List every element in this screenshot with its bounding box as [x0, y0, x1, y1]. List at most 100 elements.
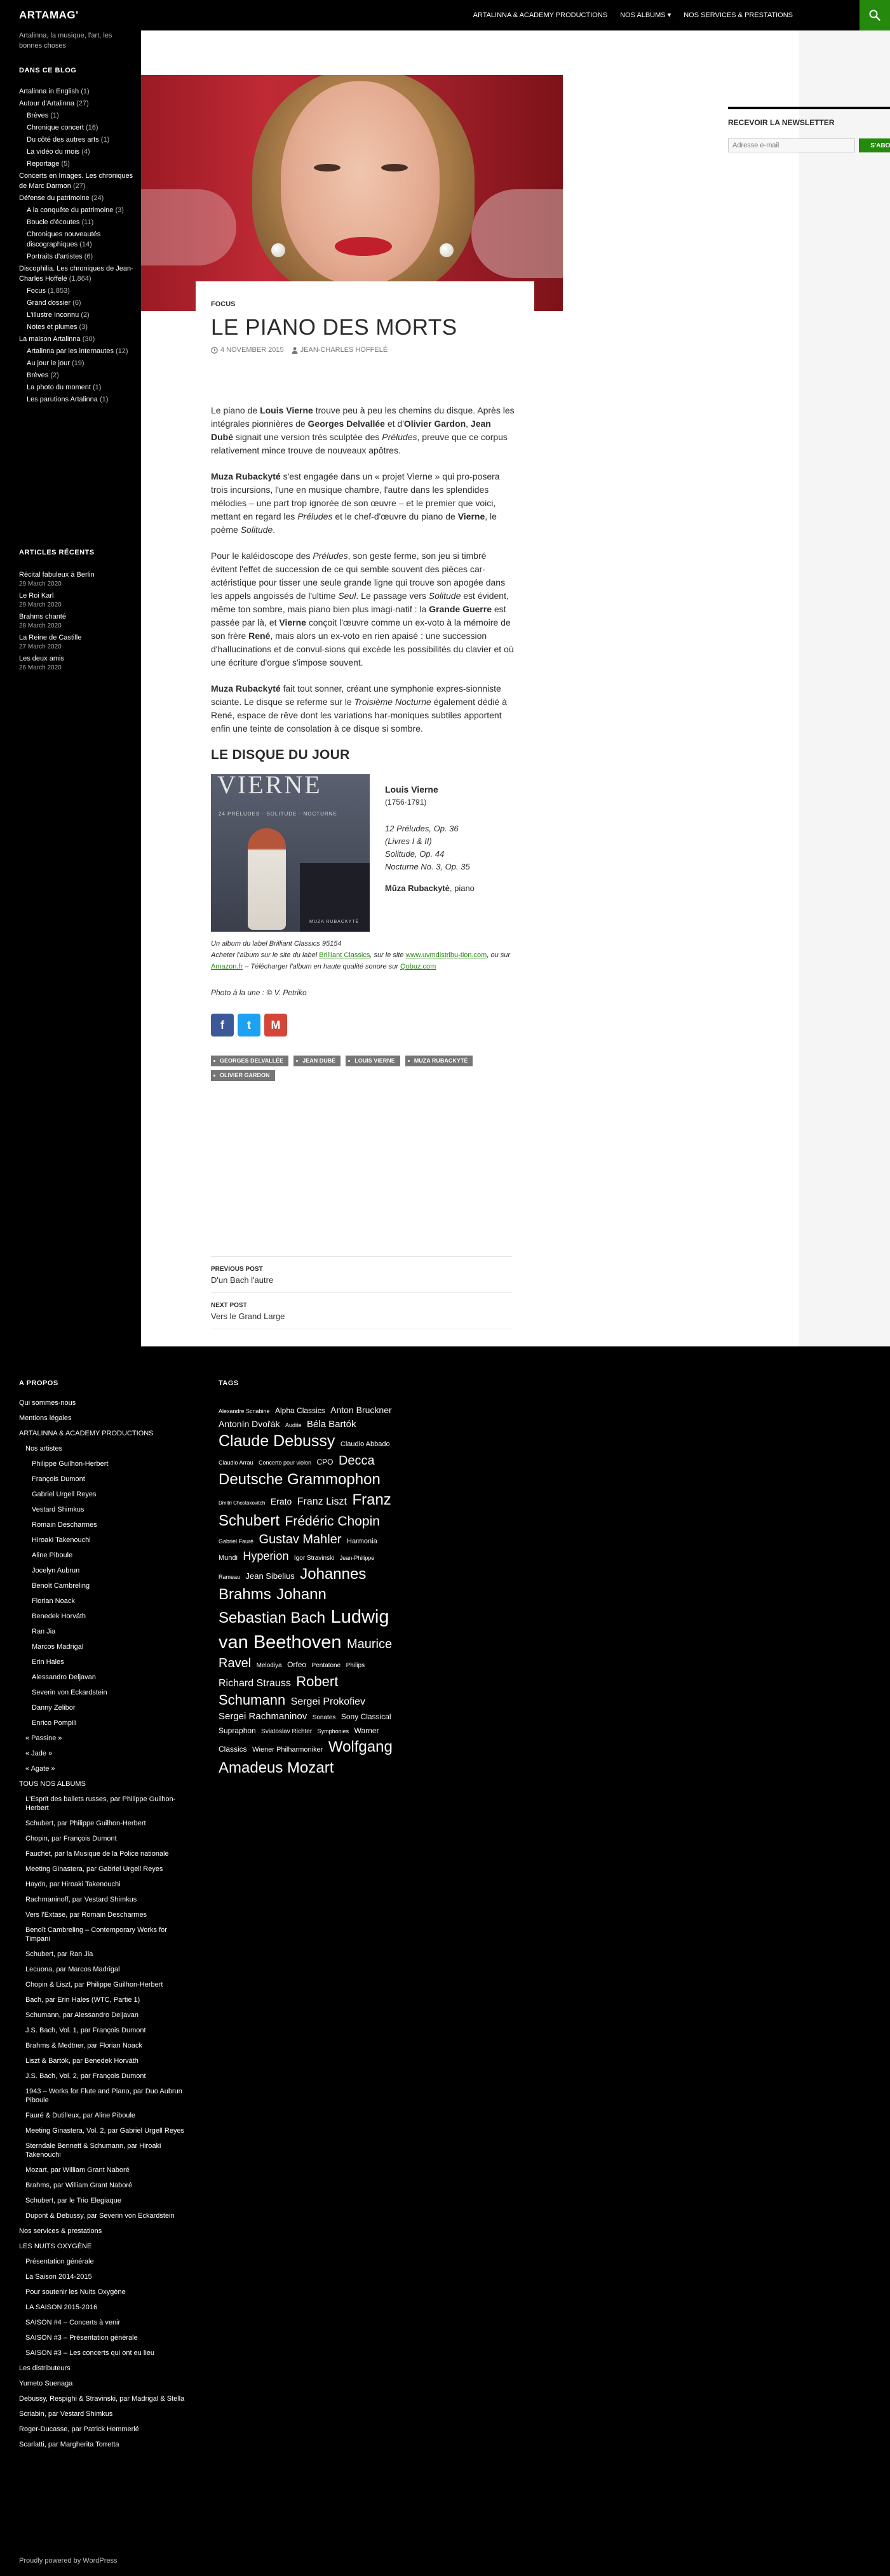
tag-link[interactable]: JEAN DUBÉ — [293, 1056, 341, 1066]
recent-post-link[interactable]: La Reine de Castille — [19, 633, 133, 643]
footer-menu-item[interactable]: Severin von Eckardstein — [19, 1688, 191, 1697]
recent-post-link[interactable]: Les deux amis — [19, 654, 133, 664]
footer-menu-item[interactable]: La Saison 2014-2015 — [19, 2272, 191, 2281]
tag-cloud-link[interactable]: Gustav Mahler — [259, 1533, 341, 1546]
tag-cloud-link[interactable]: Richard Strauss — [219, 1678, 291, 1689]
tag-cloud-link[interactable]: Anton Bruckner — [330, 1405, 392, 1415]
footer-menu-item[interactable]: Lecuona, par Marcos Madrigal — [19, 1965, 191, 1974]
category-item[interactable]: La vidéo du mois (4) — [19, 147, 137, 157]
tag-cloud-link[interactable]: Gabriel Fauré — [219, 1538, 253, 1545]
tag-cloud-link[interactable]: Wiener Philharmoniker — [252, 1746, 323, 1754]
tag-cloud-link[interactable]: Concerto pour violon — [259, 1459, 311, 1466]
category-item[interactable]: Reportage (5) — [19, 159, 137, 169]
footer-menu-item[interactable]: SAISON #4 – Concerts à venir — [19, 2318, 191, 2327]
footer-menu-item[interactable]: TOUS NOS ALBUMS — [19, 1780, 191, 1788]
tag-cloud-link[interactable]: Pentatone — [312, 1662, 341, 1669]
category-link[interactable]: Chronique concert — [27, 124, 84, 131]
tag-link[interactable]: MUZA RUBACKYTÉ — [405, 1056, 473, 1066]
footer-menu-item[interactable]: Qui sommes-nous — [19, 1399, 191, 1407]
twitter-share-button[interactable]: t — [238, 1014, 260, 1036]
footer-menu-item[interactable]: Philippe Guilhon-Herbert — [19, 1459, 191, 1468]
category-item[interactable]: Au jour le jour (19) — [19, 358, 137, 368]
qobuz-link[interactable]: Qobuz.com — [400, 963, 436, 970]
footer-menu-item[interactable]: Chopin, par François Dumont — [19, 1834, 191, 1843]
footer-menu-item[interactable]: Vestard Shimkus — [19, 1505, 191, 1514]
tag-cloud-link[interactable]: Frédéric Chopin — [285, 1514, 380, 1529]
footer-menu-item[interactable]: Scarlatti, par Margherita Torretta — [19, 2440, 191, 2449]
category-item[interactable]: Les parutions Artalinna (1) — [19, 394, 137, 405]
category-item[interactable]: La photo du moment (1) — [19, 382, 137, 392]
tag-cloud-link[interactable]: Sonates — [313, 1714, 336, 1721]
category-link[interactable]: Artalinna in English — [19, 88, 79, 95]
footer-menu-item[interactable]: Jocelyn Aubrun — [19, 1566, 191, 1575]
tag-cloud-link[interactable]: Claude Debussy — [219, 1432, 335, 1450]
gmail-share-button[interactable]: M — [264, 1014, 287, 1036]
footer-menu-item[interactable]: Enrico Pompili — [19, 1719, 191, 1727]
footer-menu-item[interactable]: Bach, par Erin Hales (WTC, Partie 1) — [19, 1996, 191, 2004]
footer-menu-item[interactable]: Erin Hales — [19, 1658, 191, 1667]
category-item[interactable]: Chroniques nouveautés discographiques (1… — [19, 229, 137, 250]
footer-menu-item[interactable]: Dupont & Debussy, par Severin von Eckard… — [19, 2211, 191, 2220]
category-link[interactable]: Portraits d'artistes — [27, 253, 83, 260]
recent-post-link[interactable]: Brahms chanté — [19, 612, 133, 622]
tag-cloud-link[interactable]: Symphonies — [318, 1728, 349, 1734]
category-item[interactable]: Notes et plumes (3) — [19, 322, 137, 332]
footer-menu-item[interactable]: Schubert, par Philippe Guilhon-Herbert — [19, 1819, 191, 1828]
footer-menu-item[interactable]: Schubert, par Ran Jia — [19, 1950, 191, 1959]
tag-link[interactable]: LOUIS VIERNE — [346, 1056, 400, 1066]
subscribe-button[interactable]: S'ABONNER — [859, 138, 890, 152]
next-post-link[interactable]: NEXT POST Vers le Grand Large — [211, 1292, 512, 1329]
category-link[interactable]: La maison Artalinna — [19, 335, 81, 343]
tag-cloud-link[interactable]: Melodiya — [257, 1662, 282, 1669]
footer-menu-item[interactable]: Aline Piboule — [19, 1551, 191, 1560]
tag-cloud-link[interactable]: Igor Stravinski — [294, 1555, 334, 1562]
footer-menu-item[interactable]: Sterndale Bennett & Schumann, par Hiroak… — [19, 2142, 191, 2159]
tag-cloud-link[interactable]: Audite — [285, 1422, 302, 1428]
tag-cloud-link[interactable]: Sergei Prokofiev — [291, 1696, 365, 1707]
footer-menu-item[interactable]: LES NUITS OXYGÈNE — [19, 2242, 191, 2251]
album-cover[interactable]: VIERNE 24 PRÉLUDES · SOLITUDE · NOCTURNE… — [211, 774, 370, 932]
category-item[interactable]: Focus (1,853) — [19, 286, 137, 296]
footer-menu-item[interactable]: Liszt & Bartók, par Benedek Horváth — [19, 2056, 191, 2065]
tag-cloud-link[interactable]: Jean Sibelius — [245, 1571, 294, 1581]
menu-item-services[interactable]: NOS SERVICES & PRESTATIONS — [677, 0, 799, 30]
tag-cloud-link[interactable]: Antonín Dvořák — [219, 1419, 280, 1429]
category-item[interactable]: Artalinna in English (1) — [19, 86, 137, 97]
footer-menu-item[interactable]: Roger-Ducasse, par Patrick Hemmerlé — [19, 2425, 191, 2434]
category-link[interactable]: Grand dossier — [27, 299, 71, 307]
tag-cloud-link[interactable]: Supraphon — [219, 1726, 256, 1735]
tag-cloud-link[interactable]: Alexandre Scriabine — [219, 1408, 270, 1414]
tag-link[interactable]: GEORGES DELVALLÉE — [211, 1056, 289, 1066]
category-item[interactable]: La maison Artalinna (30) — [19, 334, 137, 344]
newsletter-email-input[interactable] — [728, 138, 855, 152]
tag-cloud-link[interactable]: CPO — [317, 1458, 334, 1466]
footer-menu-item[interactable]: Nos services & prestations — [19, 2227, 191, 2236]
category-link[interactable]: Focus — [27, 287, 46, 295]
footer-menu-item[interactable]: Scriabin, par Vestard Shimkus — [19, 2410, 191, 2418]
footer-menu-item[interactable]: Présentation générale — [19, 2257, 191, 2266]
recent-post-link[interactable]: Le Roi Karl — [19, 591, 133, 601]
footer-menu-item[interactable]: Haydn, par Hiroaki Takenouchi — [19, 1880, 191, 1889]
category-link[interactable]: Reportage — [27, 160, 59, 168]
site-title[interactable]: ARTAMAG' — [19, 0, 79, 30]
footer-menu-item[interactable]: ARTALINNA & ACADEMY PRODUCTIONS — [19, 1429, 191, 1438]
footer-menu-item[interactable]: « Passine » — [19, 1734, 191, 1743]
footer-menu-item[interactable]: Fauré & Dutilleux, par Aline Piboule — [19, 2111, 191, 2120]
footer-menu-item[interactable]: Les distributeurs — [19, 2364, 191, 2373]
footer-menu-item[interactable]: 1943 – Works for Flute and Piano, par Du… — [19, 2087, 191, 2105]
footer-menu-item[interactable]: Debussy, Respighi & Stravinski, par Madr… — [19, 2394, 191, 2403]
category-item[interactable]: Portraits d'artistes (6) — [19, 252, 137, 262]
footer-menu-item[interactable]: Romain Descharmes — [19, 1520, 191, 1529]
footer-menu-item[interactable]: Brahms, par William Grant Naboré — [19, 2181, 191, 2190]
tag-cloud-link[interactable]: Franz Liszt — [297, 1496, 347, 1507]
menu-item-albums[interactable]: NOS ALBUMS ▾ — [614, 0, 677, 30]
entry-author[interactable]: JEAN-CHARLES HOFFELÉ — [292, 346, 388, 354]
category-link[interactable]: Brèves — [27, 372, 48, 379]
footer-menu-item[interactable]: Ran Jia — [19, 1627, 191, 1636]
footer-menu-item[interactable]: Mozart, par William Grant Naboré — [19, 2166, 191, 2175]
tag-cloud-link[interactable]: Dmitri Chostakovitch — [219, 1500, 265, 1506]
footer-menu-item[interactable]: J.S. Bach, Vol. 1, par François Dumont — [19, 2026, 191, 2035]
category-link[interactable]: La photo du moment — [27, 384, 91, 391]
footer-menu-item[interactable]: LA SAISON 2015-2016 — [19, 2303, 191, 2312]
category-item[interactable]: Brèves (1) — [19, 111, 137, 121]
